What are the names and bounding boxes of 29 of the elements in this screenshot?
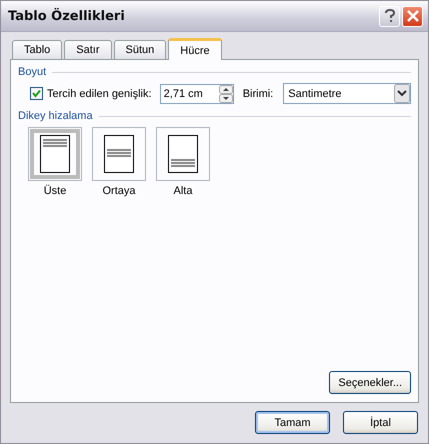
alignment-label: Alta [174, 185, 192, 197]
ok-button[interactable]: Tamam [255, 411, 330, 434]
options-button[interactable]: Seçenekler... [329, 371, 411, 394]
cell-alignment-icon [104, 135, 134, 173]
tab[interactable]: Satır [64, 40, 112, 59]
group-title: Dikey hizalama [18, 110, 93, 122]
close-icon [406, 10, 418, 22]
window-title: Tablo Özellikleri [8, 8, 125, 24]
close-button[interactable] [402, 6, 423, 26]
alignment-option[interactable] [28, 127, 82, 181]
cancel-button[interactable]: İptal [343, 411, 418, 434]
unit-label: Birimi: [242, 88, 274, 100]
cell-alignment-icon [168, 135, 198, 173]
cell-alignment-icon [40, 135, 70, 173]
tab[interactable]: Hücre [168, 38, 222, 60]
checkbox-label: Tercih edilen genişlik: [47, 88, 152, 100]
alignment-label: Üste [44, 185, 66, 197]
width-spinner[interactable]: 2,71 cm [160, 84, 234, 104]
checkbox[interactable] [30, 87, 43, 100]
help-button[interactable] [379, 6, 400, 26]
spinner-arrows-icon [218, 84, 233, 102]
help-icon [384, 9, 396, 23]
alignment-option[interactable] [156, 127, 210, 181]
tab[interactable]: Tablo [12, 40, 62, 59]
unit-dropdown[interactable]: Santimetre [283, 83, 411, 104]
alignment-label: Ortaya [102, 185, 136, 197]
tab[interactable]: Sütun [114, 40, 166, 59]
group-title: Boyut [18, 66, 46, 78]
alignment-option[interactable] [92, 127, 146, 181]
